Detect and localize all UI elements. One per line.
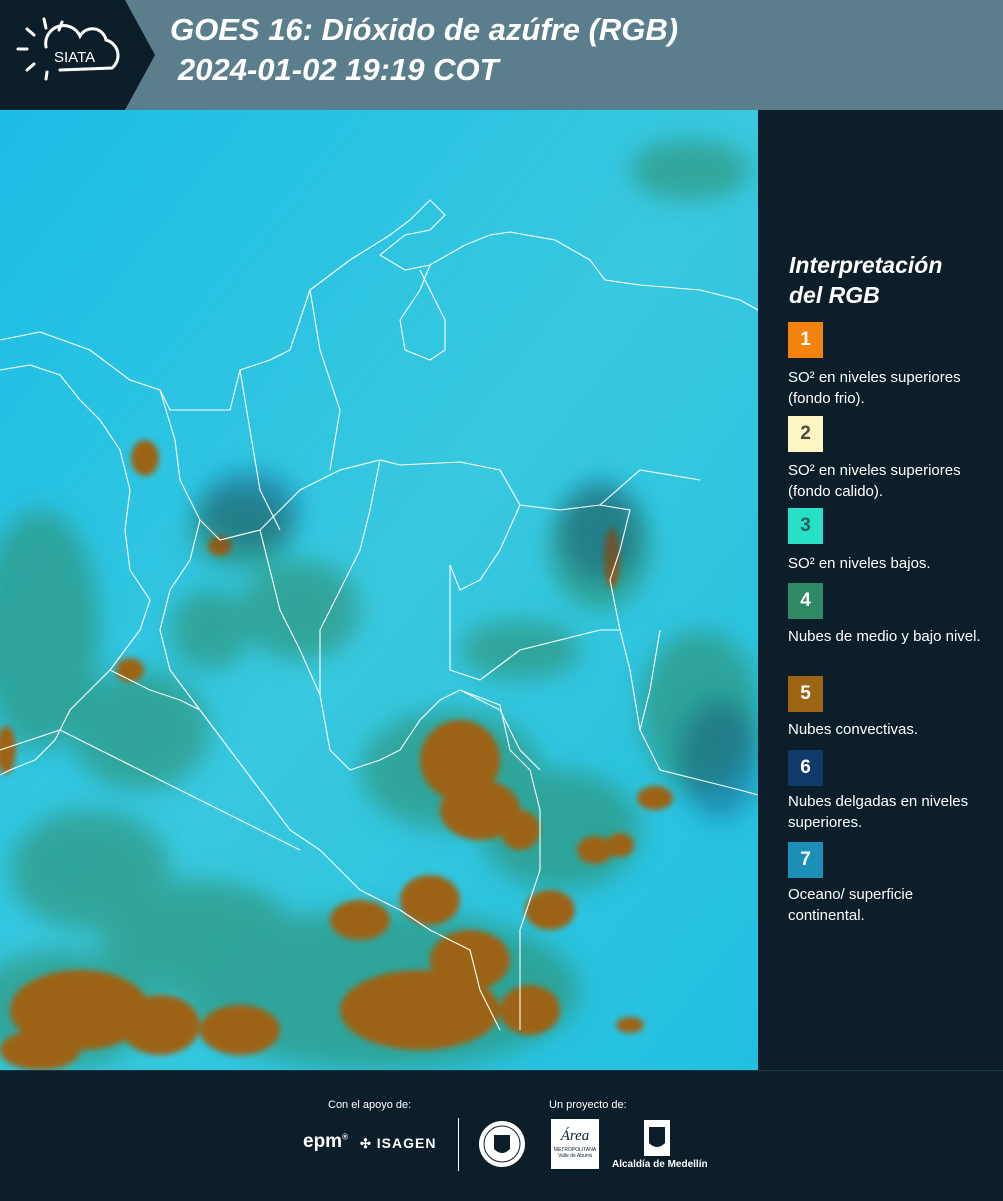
epm-logo-text: epm: [303, 1131, 343, 1152]
legend-title: Interpretación del RGB: [789, 250, 989, 310]
legend-label-6: Nubes delgadas en niveles superiores.: [788, 793, 969, 831]
alcaldia-shield-icon: [644, 1120, 670, 1156]
medellin-seal-icon: [479, 1121, 525, 1167]
alcaldia-label: Alcaldía de Medellín: [612, 1159, 708, 1170]
header-bar: SIATA GOES 16: Dióxido de azúfre (RGB) 2…: [0, 0, 1003, 110]
page-title: GOES 16: Dióxido de azúfre (RGB): [170, 12, 679, 47]
project-label: Un proyecto de:: [549, 1099, 627, 1111]
legend-panel: Interpretación del RGB 1 SO² en niveles …: [758, 110, 1003, 1070]
legend-swatch-6: 6: [788, 750, 823, 786]
legend-label-4: Nubes de medio y bajo nivel.: [788, 628, 981, 645]
support-label: Con el apoyo de:: [328, 1099, 412, 1111]
legend-swatch-3: 3: [788, 508, 823, 544]
rgb-satellite-image: [0, 110, 758, 1070]
isagen-icon: ✣: [360, 1136, 372, 1151]
area-logo-valle: Valle de Aburrá: [558, 1153, 592, 1159]
area-metropolitana-logo: Área METROPOLITANA Valle de Aburrá: [551, 1119, 599, 1169]
area-logo-text: Área: [560, 1128, 590, 1144]
legend-swatch-1: 1: [788, 322, 823, 358]
isagen-logo: ✣ ISAGEN: [360, 1135, 436, 1152]
legend-label-3: SO² en niveles bajos.: [788, 555, 931, 572]
footer: Con el apoyo de: Un proyecto de: epm® ✣ …: [0, 1070, 1003, 1201]
legend-title-line2: del RGB: [789, 282, 880, 308]
legend-label-1: SO² en niveles superiores (fondo frio).: [788, 369, 961, 407]
legend-title-line1: Interpretación: [789, 252, 943, 278]
legend-swatch-4: 4: [788, 583, 823, 619]
legend-swatch-7: 7: [788, 842, 823, 878]
legend-label-7: Oceano/ superficie continental.: [788, 886, 914, 924]
epm-logo: epm®: [303, 1131, 348, 1152]
page-datetime: 2024-01-02 19:19 COT: [178, 52, 499, 87]
satellite-map: [0, 110, 758, 1070]
footer-divider: [458, 1118, 459, 1171]
legend-swatch-5: 5: [788, 676, 823, 712]
legend-label-2: SO² en niveles superiores (fondo calido)…: [788, 462, 961, 500]
legend-swatch-2: 2: [788, 416, 823, 452]
siata-logo: SIATA: [0, 0, 155, 110]
isagen-logo-text: ISAGEN: [376, 1135, 437, 1151]
legend-label-5: Nubes convectivas.: [788, 721, 919, 738]
siata-logo-text: SIATA: [54, 49, 95, 66]
